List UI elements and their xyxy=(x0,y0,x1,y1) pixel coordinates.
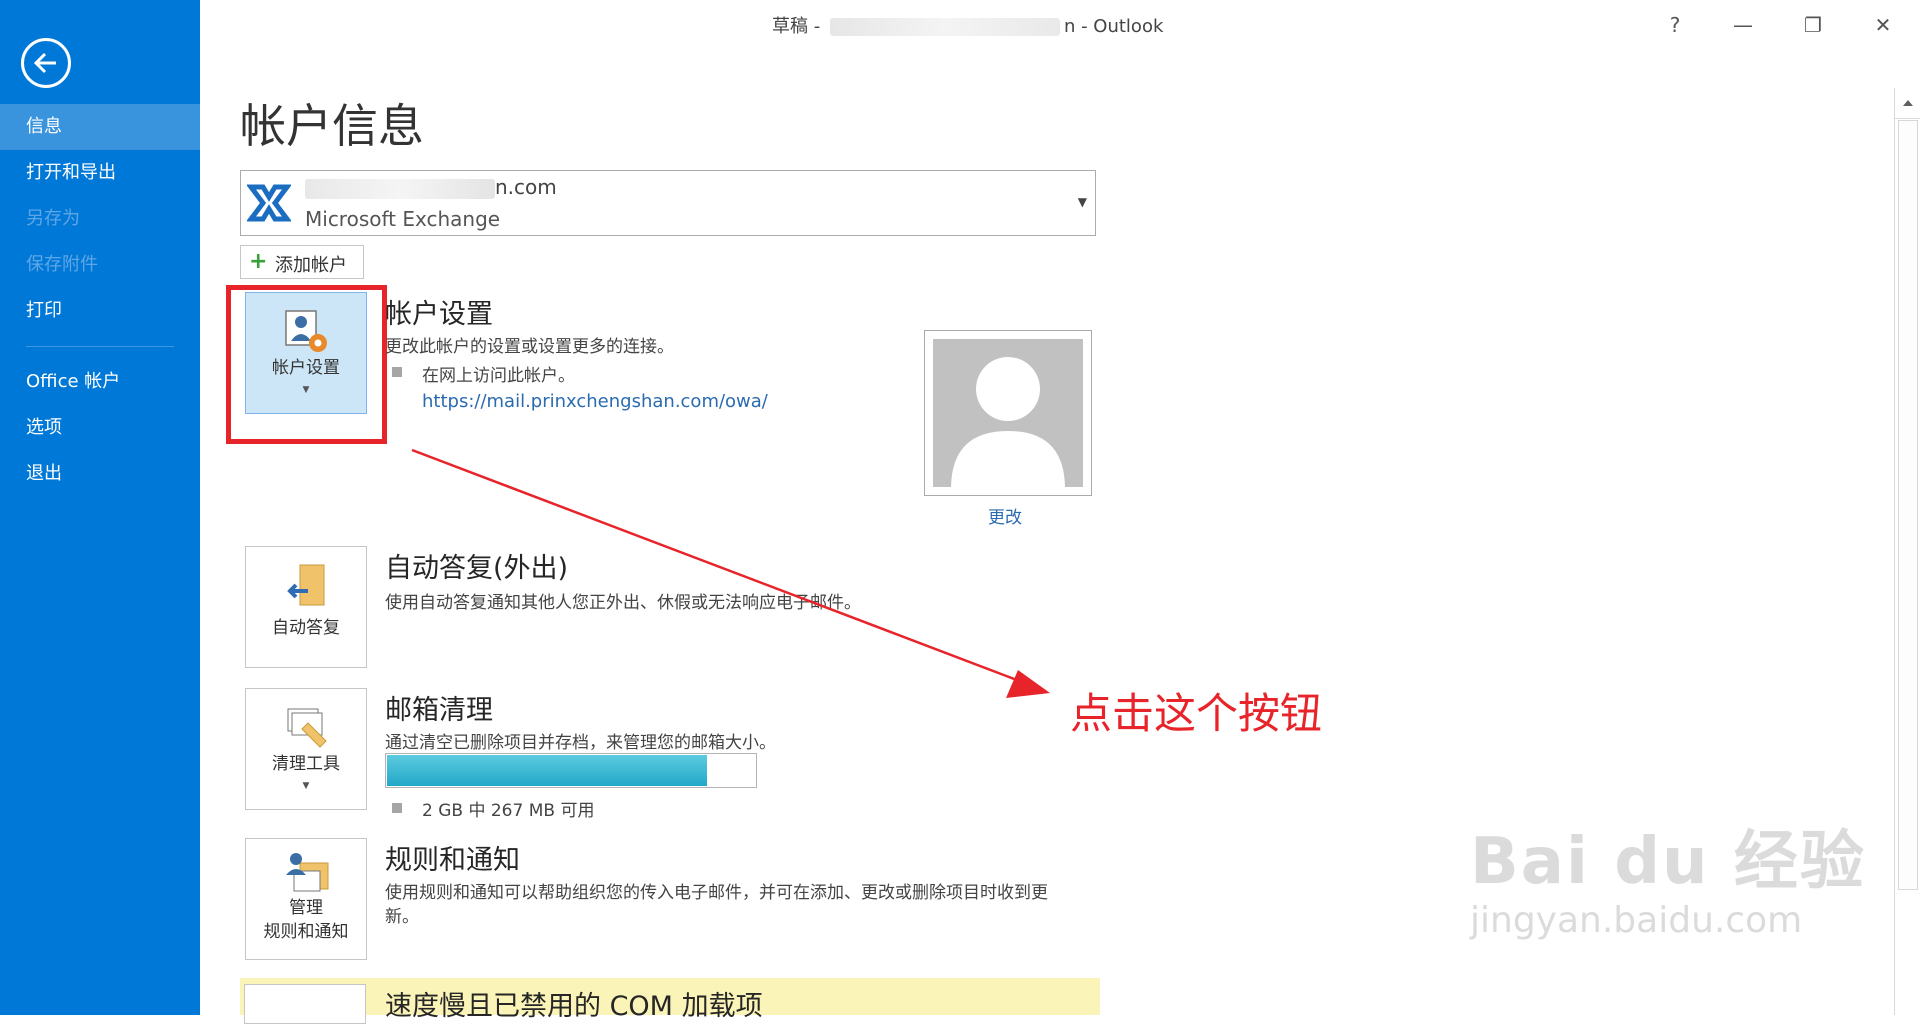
com-addins-button[interactable] xyxy=(244,984,366,1024)
bullet-icon xyxy=(392,803,402,813)
rules-title: 规则和通知 xyxy=(385,845,520,876)
manage-rules-button[interactable]: 管理 规则和通知 xyxy=(245,838,367,960)
change-photo-link[interactable]: 更改 xyxy=(988,503,1022,528)
auto-reply-tile-label: 自动答复 xyxy=(272,618,340,638)
auto-reply-description: 使用自动答复通知其他人您正外出、休假或无法响应电子邮件。 xyxy=(385,593,861,613)
annotation-text: 点击这个按钮 xyxy=(1070,689,1323,738)
rules-description-line1: 使用规则和通知可以帮助组织您的传入电子邮件，并可在添加、更改或删除项目时收到更 xyxy=(385,883,1048,903)
avatar-placeholder-icon xyxy=(951,357,1065,487)
web-access-text: 在网上访问此帐户。 xyxy=(422,366,575,386)
baidu-watermark: Bai du 经验 jingyan.baidu.com xyxy=(1470,810,1866,941)
manage-rules-tile-label-2: 规则和通知 xyxy=(263,922,349,942)
backstage-sidebar: 信息 打开和导出 另存为 保存附件 打印 Office 帐户 选项 退出 xyxy=(0,0,200,1015)
door-arrow-icon xyxy=(287,564,325,606)
account-settings-description: 更改此帐户的设置或设置更多的连接。 xyxy=(385,337,674,357)
scroll-up-button[interactable] xyxy=(1895,88,1920,119)
sidebar-item-exit[interactable]: 退出 xyxy=(0,451,200,497)
watermark-url: jingyan.baidu.com xyxy=(1470,900,1803,941)
mailbox-cleanup-description: 通过清空已删除项目并存档，来管理您的邮箱大小。 xyxy=(385,733,776,753)
com-addins-banner: 速度慢且已禁用的 COM 加载项 xyxy=(240,978,1100,1024)
sidebar-item-save-as: 另存为 xyxy=(26,208,80,229)
close-button[interactable]: ✕ xyxy=(1868,10,1898,40)
back-arrow-icon xyxy=(33,52,56,74)
sidebar-item-save-attachments: 保存附件 xyxy=(26,254,98,275)
window-title: 草稿 - n - Outlook xyxy=(772,12,1163,38)
owa-link[interactable]: https://mail.prinxchengshan.com/owa/ xyxy=(422,391,768,412)
window-title-suffix: n - Outlook xyxy=(1063,16,1164,37)
sidebar-item-office-account[interactable]: Office 帐户 xyxy=(0,359,200,405)
account-settings-title: 帐户设置 xyxy=(385,299,493,330)
add-account-button[interactable]: + 添加帐户 xyxy=(240,245,364,279)
sidebar-nav: 信息 打开和导出 另存为 保存附件 打印 Office 帐户 选项 退出 xyxy=(0,104,200,497)
redacted-text xyxy=(829,18,1060,36)
vertical-scrollbar[interactable] xyxy=(1894,88,1920,1015)
watermark-brand: Bai du 经验 xyxy=(1470,825,1866,899)
page-title: 帐户信息 xyxy=(240,99,424,153)
exchange-icon xyxy=(247,183,291,223)
auto-reply-title: 自动答复(外出) xyxy=(385,553,569,584)
sidebar-item-print[interactable]: 打印 xyxy=(0,288,200,334)
back-button[interactable] xyxy=(21,38,71,88)
account-selector[interactable]: n.com Microsoft Exchange ▼ xyxy=(240,170,1096,236)
sidebar-divider xyxy=(26,346,174,347)
chevron-down-icon: ▼ xyxy=(302,781,310,791)
mailbox-usage-fill xyxy=(387,755,707,786)
mailbox-usage-text: 2 GB 中 267 MB 可用 xyxy=(422,801,595,821)
manage-rules-tile-label-1: 管理 xyxy=(289,898,323,918)
rules-icon xyxy=(286,853,329,892)
restore-button[interactable]: ❐ xyxy=(1798,10,1828,40)
scroll-up-arrow-icon xyxy=(1903,100,1913,106)
mailbox-usage-bar xyxy=(385,753,757,788)
cleanup-tools-tile-label: 清理工具 xyxy=(272,754,340,774)
com-addins-title: 速度慢且已禁用的 COM 加载项 xyxy=(385,991,763,1022)
sidebar-item-open-export[interactable]: 打开和导出 xyxy=(0,150,200,196)
scroll-thumb[interactable] xyxy=(1898,120,1918,890)
cleanup-broom-icon xyxy=(287,708,327,748)
add-account-label: 添加帐户 xyxy=(275,255,347,276)
help-button[interactable]: ? xyxy=(1660,10,1690,40)
title-bar: 草稿 - n - Outlook ? — ❐ ✕ xyxy=(200,0,1920,48)
auto-reply-button[interactable]: 自动答复 xyxy=(245,546,367,668)
annotation-highlight-box xyxy=(226,285,387,444)
account-email: n.com xyxy=(305,175,557,199)
sidebar-item-options[interactable]: 选项 xyxy=(0,405,200,451)
bullet-icon xyxy=(392,367,402,377)
dropdown-arrow-icon: ▼ xyxy=(1077,195,1087,209)
account-type: Microsoft Exchange xyxy=(305,207,501,231)
mailbox-cleanup-title: 邮箱清理 xyxy=(385,695,493,726)
minimize-button[interactable]: — xyxy=(1728,10,1758,40)
profile-photo xyxy=(924,330,1092,496)
redacted-text xyxy=(305,178,495,199)
rules-description-line2: 新。 xyxy=(385,907,419,927)
sidebar-item-info[interactable]: 信息 xyxy=(0,104,200,150)
cleanup-tools-button[interactable]: 清理工具 ▼ xyxy=(245,688,367,810)
window-title-prefix: 草稿 - xyxy=(772,16,826,37)
plus-icon: + xyxy=(249,249,268,274)
